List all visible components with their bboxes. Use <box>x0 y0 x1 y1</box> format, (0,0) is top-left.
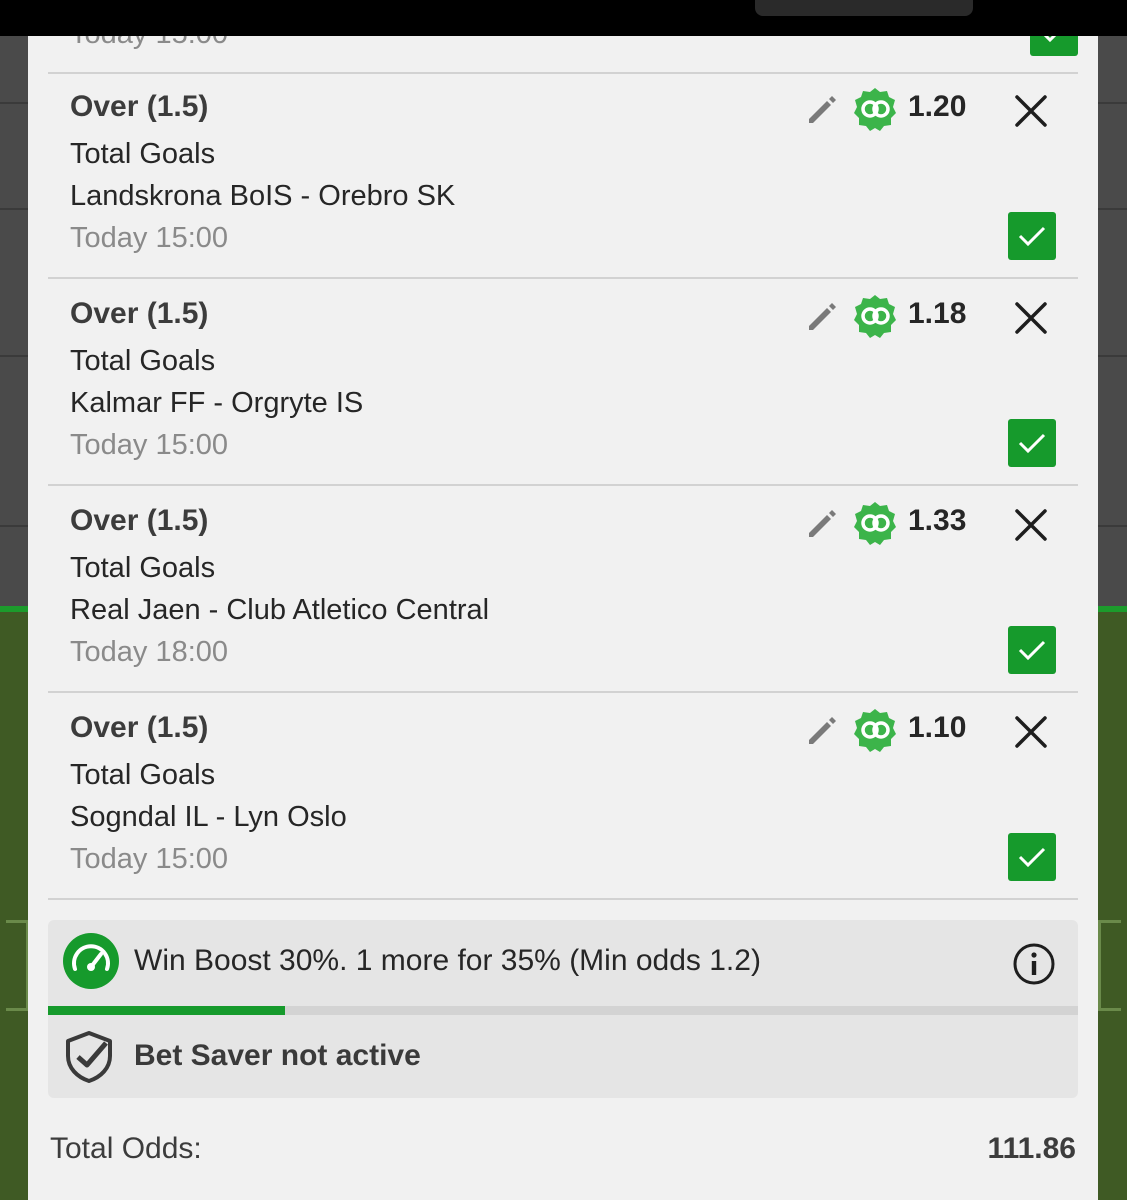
selection-time: Today 18:00 <box>70 636 229 668</box>
pencil-icon[interactable] <box>804 299 840 335</box>
selection-time: Today 15:00 <box>70 36 228 51</box>
odds-boost-icon <box>854 502 896 545</box>
selection-odds: 1.18 <box>908 297 967 330</box>
selection-market-line: Over (1.5) <box>70 90 209 123</box>
selection-match: Kalmar FF - Orgryte IS <box>70 387 364 419</box>
speedometer-icon <box>63 933 119 989</box>
shield-check-icon <box>66 1031 112 1083</box>
selection-match: Real Jaen - Club Atletico Central <box>70 594 490 626</box>
selection-market-line: Over (1.5) <box>70 504 209 537</box>
selection-checkbox[interactable] <box>1008 833 1056 881</box>
status-bar <box>0 0 1127 36</box>
pencil-icon[interactable] <box>804 506 840 542</box>
checkmark-icon <box>1043 36 1057 43</box>
checkmark-icon <box>1018 847 1046 868</box>
checkmark-icon <box>1018 226 1046 247</box>
close-icon[interactable] <box>1014 508 1048 542</box>
odds-boost-icon <box>854 88 896 131</box>
selection-checkbox[interactable] <box>1008 212 1056 260</box>
close-icon[interactable] <box>1014 301 1048 335</box>
close-icon[interactable] <box>1014 715 1048 749</box>
selection-time: Today 15:00 <box>70 222 229 254</box>
total-odds-value: 111.86 <box>987 1132 1076 1165</box>
checkmark-icon <box>1018 433 1046 454</box>
selection-market: Total Goals <box>70 345 216 377</box>
win-boost-text: Win Boost 30%. 1 more for 35% (Min odds … <box>134 944 761 977</box>
selection-market: Total Goals <box>70 138 216 170</box>
selection-match: Sogndal IL - Lyn Oslo <box>70 801 347 833</box>
selection-time: Today 15:00 <box>70 843 229 875</box>
pencil-icon[interactable] <box>804 92 840 128</box>
win-boost-progress-fill <box>48 1006 285 1015</box>
selection-row: Over (1.5) Total Goals Sogndal IL - Lyn … <box>48 693 1078 900</box>
selection-partial: Today 15:00 <box>48 36 1078 74</box>
win-boost-progress <box>48 1006 1078 1015</box>
boost-panel: Win Boost 30%. 1 more for 35% (Min odds … <box>48 920 1078 1098</box>
pencil-icon[interactable] <box>804 713 840 749</box>
selection-checkbox[interactable] <box>1008 419 1056 467</box>
odds-boost-icon <box>854 709 896 752</box>
odds-boost-icon <box>854 295 896 338</box>
total-odds-label: Total Odds: <box>50 1132 202 1165</box>
close-icon[interactable] <box>1014 94 1048 128</box>
checkmark-icon <box>1018 640 1046 661</box>
notch <box>755 0 973 16</box>
selection-checkbox[interactable] <box>1008 626 1056 674</box>
selection-market-line: Over (1.5) <box>70 297 209 330</box>
selection-row: Over (1.5) Total Goals Landskrona BoIS -… <box>48 72 1078 279</box>
selection-row: Over (1.5) Total Goals Kalmar FF - Orgry… <box>48 279 1078 486</box>
info-icon[interactable] <box>1012 942 1056 986</box>
selection-market: Total Goals <box>70 759 216 791</box>
selection-match: Landskrona BoIS - Orebro SK <box>70 180 456 212</box>
selection-market: Total Goals <box>70 552 216 584</box>
selection-checkbox[interactable] <box>1030 36 1078 56</box>
selection-odds: 1.20 <box>908 90 967 123</box>
bet-saver-status: Bet Saver not active <box>134 1039 421 1072</box>
selection-market-line: Over (1.5) <box>70 711 209 744</box>
selection-odds: 1.33 <box>908 504 967 537</box>
selection-odds: 1.10 <box>908 711 967 744</box>
bet-slip-sheet: Today 15:00 Over (1.5) Total Goals Lands… <box>28 36 1098 1200</box>
selection-row: Over (1.5) Total Goals Real Jaen - Club … <box>48 486 1078 693</box>
selection-time: Today 15:00 <box>70 429 229 461</box>
